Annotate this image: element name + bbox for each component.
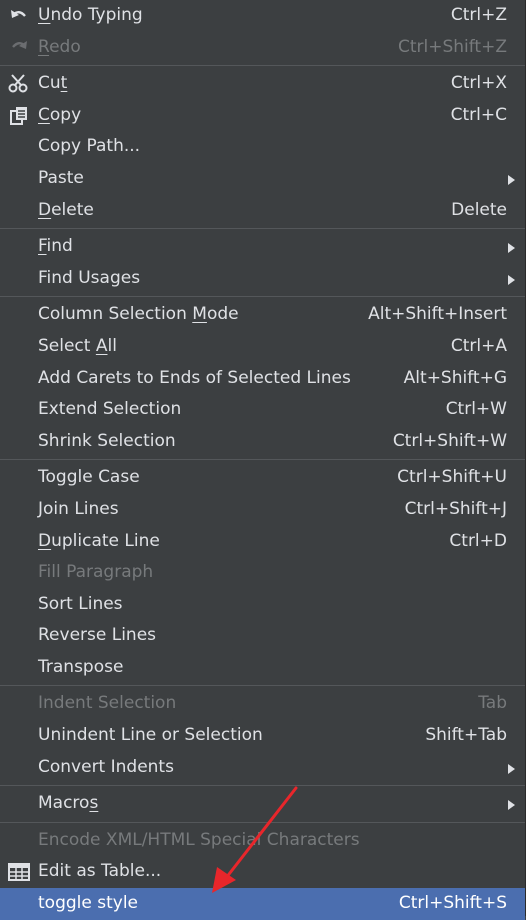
menu-item-find-usages[interactable]: Find Usages: [0, 263, 525, 295]
menu-item-macros[interactable]: Macros: [0, 788, 525, 820]
redo-icon: [6, 32, 32, 64]
menu-item-label: Redo: [38, 36, 81, 57]
menu-item-redo[interactable]: Redo Ctrl+Shift+Z: [0, 32, 525, 64]
menu-item-cut[interactable]: Cut Ctrl+X: [0, 68, 525, 100]
menu-item-indent-selection[interactable]: Indent Selection Tab: [0, 688, 525, 720]
menu-item-shortcut: Delete: [451, 199, 507, 220]
menu-item-unindent-line[interactable]: Unindent Line or Selection Shift+Tab: [0, 720, 525, 752]
menu-item-copy-path[interactable]: Copy Path...: [0, 131, 525, 163]
undo-icon: [6, 0, 32, 32]
menu-item-convert-indents[interactable]: Convert Indents: [0, 752, 525, 784]
menu-item-paste[interactable]: Paste: [0, 163, 525, 195]
menu-item-sort-lines[interactable]: Sort Lines: [0, 589, 525, 621]
menu-item-shortcut: Ctrl+W: [445, 399, 507, 420]
menu-item-label: Unindent Line or Selection: [38, 725, 263, 746]
submenu-arrow-icon: [508, 243, 515, 254]
menu-item-reverse-lines[interactable]: Reverse Lines: [0, 620, 525, 652]
menu-item-join-lines[interactable]: Join Lines Ctrl+Shift+J: [0, 494, 525, 526]
menu-item-shortcut: Tab: [478, 693, 507, 714]
menu-item-label: Join Lines: [38, 498, 119, 519]
menu-item-label: Add Carets to Ends of Selected Lines: [38, 367, 351, 388]
menu-item-shortcut: Alt+Shift+G: [403, 367, 507, 388]
submenu-arrow-icon: [508, 274, 515, 285]
menu-item-label: Transpose: [38, 656, 124, 677]
menu-item-label: Convert Indents: [38, 756, 174, 777]
menu-item-extend-selection[interactable]: Extend Selection Ctrl+W: [0, 394, 525, 426]
menu-item-label: Undo Typing: [38, 5, 143, 25]
menu-item-select-all[interactable]: Select All Ctrl+A: [0, 331, 525, 363]
menu-item-label: Find: [38, 236, 73, 257]
menu-item-shortcut: Ctrl+D: [449, 530, 507, 551]
menu-item-label: toggle style: [38, 893, 138, 914]
menu-item-encode-xml[interactable]: Encode XML/HTML Special Characters: [0, 825, 525, 857]
menu-item-shrink-selection[interactable]: Shrink Selection Ctrl+Shift+W: [0, 426, 525, 458]
menu-item-label: Encode XML/HTML Special Characters: [38, 829, 360, 850]
menu-item-label: Column Selection Mode: [38, 304, 239, 325]
menu-item-label: Duplicate Line: [38, 530, 160, 551]
menu-item-label: Indent Selection: [38, 693, 177, 714]
menu-item-column-selection-mode[interactable]: Column Selection Mode Alt+Shift+Insert: [0, 299, 525, 331]
menu-item-shortcut: Shift+Tab: [425, 725, 507, 746]
menu-item-undo-typing[interactable]: Undo Typing Ctrl+Z: [0, 0, 525, 32]
menu-item-shortcut: Ctrl+Shift+W: [392, 430, 507, 451]
menu-item-label: Cut: [38, 73, 68, 94]
menu-item-shortcut: Ctrl+Z: [450, 5, 507, 25]
menu-item-shortcut: Ctrl+Shift+S: [398, 893, 507, 914]
menu-item-transpose[interactable]: Transpose: [0, 652, 525, 684]
menu-item-label: Macros: [38, 793, 99, 814]
menu-item-shortcut: Ctrl+C: [450, 104, 507, 125]
menu-item-label: Reverse Lines: [38, 625, 157, 646]
menu-item-shortcut: Ctrl+A: [450, 335, 507, 356]
menu-item-shortcut: Ctrl+X: [450, 73, 507, 94]
copy-icon: [6, 100, 32, 132]
table-icon: [6, 856, 32, 888]
menu-item-shortcut: Alt+Shift+Insert: [368, 304, 507, 325]
menu-item-shortcut: Ctrl+Shift+Z: [397, 36, 507, 57]
edit-context-menu: Undo Typing Ctrl+Z Redo Ctrl+Shift+Z Cut…: [0, 0, 526, 920]
menu-item-toggle-case[interactable]: Toggle Case Ctrl+Shift+U: [0, 462, 525, 494]
submenu-arrow-icon: [508, 763, 515, 774]
menu-item-label: Fill Paragraph: [38, 562, 154, 583]
menu-item-shortcut: Ctrl+Shift+U: [397, 467, 507, 488]
menu-item-label: Paste: [38, 167, 84, 188]
menu-item-label: Delete: [38, 199, 94, 220]
menu-item-shortcut: Ctrl+Shift+J: [404, 498, 507, 519]
menu-item-label: Edit as Table...: [38, 861, 162, 882]
menu-item-edit-as-table[interactable]: Edit as Table...: [0, 856, 525, 888]
menu-item-label: Extend Selection: [38, 399, 182, 420]
menu-item-copy[interactable]: Copy Ctrl+C: [0, 100, 525, 132]
menu-item-label: Toggle Case: [38, 467, 140, 488]
menu-item-label: Sort Lines: [38, 593, 123, 614]
menu-item-label: Find Usages: [38, 267, 141, 288]
submenu-arrow-icon: [508, 800, 515, 811]
scissors-icon: [6, 68, 32, 100]
menu-item-label: Shrink Selection: [38, 430, 176, 451]
menu-item-label: Copy: [38, 104, 82, 125]
menu-item-toggle-style[interactable]: toggle style Ctrl+Shift+S: [0, 888, 525, 920]
menu-item-fill-paragraph[interactable]: Fill Paragraph: [0, 557, 525, 589]
menu-item-duplicate-line[interactable]: Duplicate Line Ctrl+D: [0, 526, 525, 558]
menu-item-delete[interactable]: Delete Delete: [0, 195, 525, 227]
submenu-arrow-icon: [508, 174, 515, 185]
menu-item-label: Select All: [38, 335, 117, 356]
menu-item-add-carets[interactable]: Add Carets to Ends of Selected Lines Alt…: [0, 363, 525, 395]
menu-item-find[interactable]: Find: [0, 231, 525, 263]
menu-item-label: Copy Path...: [38, 136, 141, 157]
